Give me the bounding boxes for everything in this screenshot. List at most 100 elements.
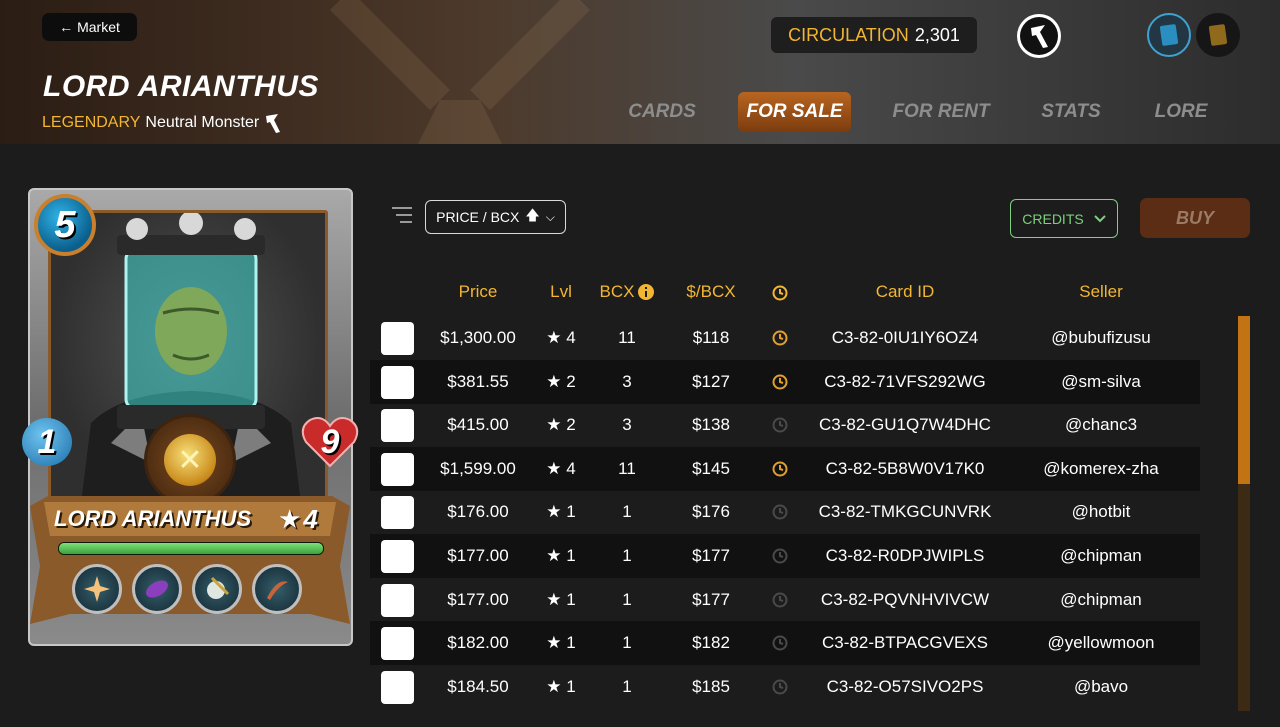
row-seller[interactable]: @chipman (1020, 578, 1182, 622)
row-card-id[interactable]: C3-82-R0DPJWIPLS (810, 534, 1000, 578)
back-to-market-button[interactable]: ← Market (42, 13, 137, 41)
row-card-id[interactable]: C3-82-TMKGCUNVRK (810, 490, 1000, 534)
row-select-checkbox[interactable] (381, 409, 414, 443)
row-card-id[interactable]: C3-82-BTPACGVEXS (810, 621, 1000, 665)
regular-foil-toggle[interactable] (1147, 13, 1191, 57)
clock-icon (772, 592, 788, 608)
row-per-bcx: $145 (692, 458, 730, 478)
row-per-bcx: $185 (692, 676, 730, 696)
row-level-value: 1 (566, 589, 576, 609)
star-icon: ★ (546, 589, 562, 609)
speed-stat: 1 (22, 418, 72, 466)
row-bcx: 1 (622, 546, 632, 565)
row-price: $182.00 (447, 633, 509, 653)
star-icon: ★ (546, 415, 562, 435)
sort-select-value: PRICE / BCX (436, 209, 520, 225)
row-seller[interactable]: @bavo (1020, 665, 1182, 709)
star-icon: ★ (546, 458, 562, 478)
listing-scrollbar-thumb[interactable] (1238, 316, 1250, 484)
row-card-id[interactable]: C3-82-O57SIVO2PS (810, 665, 1000, 709)
arrow-up-icon: 🡅 (525, 207, 540, 223)
row-card-id[interactable]: C3-82-71VFS292WG (810, 360, 1000, 404)
row-select-checkbox[interactable] (381, 322, 414, 355)
row-level-value: 2 (566, 415, 576, 435)
clock-icon (772, 504, 788, 520)
row-select-checkbox[interactable] (381, 365, 414, 399)
row-seller[interactable]: @hotbit (1020, 490, 1182, 534)
table-row[interactable]: $415.00 ★ 2 3 $138 C3-82-GU1Q7W4DHC @cha… (370, 403, 1200, 447)
row-select-checkbox[interactable] (381, 583, 414, 617)
tab-stats[interactable]: STATS (1034, 92, 1108, 132)
row-bcx: 3 (622, 415, 632, 435)
void-icon[interactable] (132, 564, 182, 614)
row-price: $176.00 (447, 502, 509, 522)
edition-logo-icon (1031, 25, 1048, 48)
arrow-left-icon: ← (59, 19, 74, 35)
row-select-checkbox[interactable] (381, 670, 414, 704)
table-row[interactable]: $182.00 ★ 1 1 $182 C3-82-BTPACGVEXS @yel… (370, 621, 1200, 666)
row-seller[interactable]: @yellowmoon (1020, 621, 1182, 665)
filter-icon[interactable] (392, 203, 416, 227)
shatter-icon[interactable] (72, 564, 122, 614)
header-seller[interactable]: Seller (1020, 282, 1182, 302)
circulation-value: 2,301 (914, 24, 960, 45)
table-row[interactable]: $381.55 ★ 2 3 $127 C3-82-71VFS292WG @sm-… (370, 359, 1200, 404)
table-row[interactable]: $176.00 ★ 1 1 $176 C3-82-TMKGCUNVRK @hot… (370, 490, 1200, 534)
mana-cost-badge: 5 (34, 194, 96, 256)
row-seller[interactable]: @sm-silva (1020, 360, 1182, 404)
row-bcx: 1 (622, 502, 632, 522)
row-level-value: 4 (566, 328, 576, 347)
header-price[interactable]: Price (428, 282, 528, 302)
row-seller[interactable]: @komerex-zha (1020, 447, 1182, 491)
gold-foil-toggle[interactable] (1196, 13, 1240, 57)
sword-icon[interactable] (252, 564, 302, 614)
row-select-checkbox[interactable] (381, 540, 414, 573)
row-seller[interactable]: @chipman (1020, 534, 1182, 578)
tab-cards[interactable]: CARDS (622, 92, 702, 132)
crossed-swords-icon: ✕ (164, 434, 216, 486)
tab-for-rent[interactable]: FOR RENT (888, 92, 994, 132)
buy-button[interactable]: BUY (1140, 198, 1250, 238)
row-price: $381.55 (447, 371, 509, 391)
row-seller[interactable]: @bubufizusu (1020, 316, 1182, 360)
row-seller[interactable]: @chanc3 (1020, 403, 1182, 447)
page-header: ← Market LORD ARIANTHUS LEGENDARY Neutra… (0, 0, 1280, 144)
row-level: ★ 4 (538, 316, 584, 360)
listing-scrollbar[interactable] (1238, 316, 1250, 711)
star-icon: ★ (546, 633, 562, 653)
table-row[interactable]: $184.50 ★ 1 1 $185 C3-82-O57SIVO2PS @bav… (370, 665, 1200, 709)
row-select-checkbox[interactable] (381, 496, 414, 530)
row-per-bcx: $177 (692, 589, 730, 609)
table-row[interactable]: $1,300.00 ★ 4 11 $118 C3-82-0IU1IY6OZ4 @… (370, 316, 1200, 360)
row-level: ★ 2 (538, 360, 584, 404)
tab-for-sale[interactable]: FOR SALE (738, 92, 851, 132)
shield-icon[interactable] (192, 564, 242, 614)
header-bcx[interactable]: BCX (596, 282, 658, 302)
table-row[interactable]: $177.00 ★ 1 1 $177 C3-82-PQVNHVIVCW @chi… (370, 578, 1200, 622)
sort-select[interactable]: PRICE / BCX 🡅 ⌵ (425, 200, 566, 234)
row-level-value: 1 (566, 502, 576, 522)
currency-select[interactable]: CREDITS (1010, 199, 1118, 238)
row-card-id[interactable]: C3-82-5B8W0V17K0 (810, 447, 1000, 491)
row-level-value: 1 (566, 546, 576, 565)
row-select-checkbox[interactable] (381, 452, 414, 486)
header-per-bcx[interactable]: $/BCX (670, 282, 752, 302)
row-card-id[interactable]: C3-82-0IU1IY6OZ4 (810, 316, 1000, 360)
row-card-id[interactable]: C3-82-PQVNHVIVCW (810, 578, 1000, 622)
table-row[interactable]: $177.00 ★ 1 1 $177 C3-82-R0DPJWIPLS @chi… (370, 534, 1200, 578)
attack-type-orb: ✕ (144, 414, 236, 506)
star-icon: ★ (278, 504, 302, 534)
row-price: $415.00 (447, 415, 509, 435)
tab-lore[interactable]: LORE (1148, 92, 1214, 132)
clock-active-icon (772, 374, 788, 390)
row-card-id[interactable]: C3-82-GU1Q7W4DHC (810, 403, 1000, 447)
star-icon: ★ (546, 328, 562, 347)
row-level: ★ 2 (538, 403, 584, 447)
row-select-checkbox[interactable] (381, 627, 414, 661)
row-level: ★ 1 (538, 490, 584, 534)
header-card-id[interactable]: Card ID (810, 282, 1000, 302)
table-row[interactable]: $1,599.00 ★ 4 11 $145 C3-82-5B8W0V17K0 @… (370, 446, 1200, 491)
header-level[interactable]: Lvl (538, 282, 584, 302)
row-per-bcx: $118 (692, 328, 730, 347)
info-icon[interactable] (638, 284, 655, 300)
